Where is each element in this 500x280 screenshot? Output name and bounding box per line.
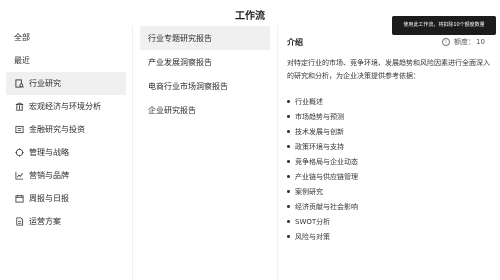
intro-description: 对特定行业的市场、竞争环境、发展趋势和风险因素进行全面深入的研究和分析，为企业决…	[287, 59, 490, 80]
list-item: SWOT分析	[287, 214, 492, 229]
category-item-finance[interactable]: 金融研究与投资	[0, 118, 132, 141]
bullet-icon	[287, 145, 290, 148]
document-search-icon	[14, 79, 24, 88]
list-item: 风险与对策	[287, 229, 492, 244]
detail-panel: 介绍 对特定行业的市场、竞争环境、发展趋势和风险因素进行全面深入的研究和分析，为…	[277, 26, 492, 280]
report-label: 企业研究报告	[148, 105, 196, 115]
category-item-reports[interactable]: 周报与日报	[0, 187, 132, 210]
bullet-icon	[287, 190, 290, 193]
list-item: 产业链与供应链管理	[287, 169, 492, 184]
list-item: 市场趋势与预测	[287, 109, 492, 124]
list-item: 竞争格局与企业动态	[287, 154, 492, 169]
bullet-icon	[287, 175, 290, 178]
bullet-icon	[287, 130, 290, 133]
list-item: 行业概述	[287, 94, 492, 109]
category-item-operations[interactable]: 运营方案	[0, 210, 132, 233]
calendar-icon	[14, 194, 24, 203]
category-label: 全部	[14, 33, 30, 42]
bullet-icon	[287, 205, 290, 208]
category-label: 行业研究	[29, 79, 61, 88]
category-item-macro[interactable]: 宏观经济与环境分析	[0, 95, 132, 118]
bullet-icon	[287, 220, 290, 223]
report-label: 产业发展洞察报告	[148, 57, 212, 67]
report-item-ecommerce[interactable]: 电商行业市场洞察报告	[140, 74, 270, 98]
report-label: 电商行业市场洞察报告	[148, 81, 228, 91]
category-sidebar: 全部 最近 行业研究 宏观经济与环境分析 金融研究与投资 管理与战略 营销与品牌	[0, 26, 133, 280]
category-label: 营销与品牌	[29, 171, 69, 180]
list-item: 政策环境与支持	[287, 139, 492, 154]
list-item: 经济贡献与社会影响	[287, 199, 492, 214]
category-item-industry-research[interactable]: 行业研究	[6, 72, 126, 95]
report-label: 行业专题研究报告	[148, 33, 212, 43]
bank-icon	[14, 102, 24, 111]
list-item: 技术发展与创新	[287, 124, 492, 139]
list-item: 案例研究	[287, 184, 492, 199]
file-icon	[14, 217, 24, 226]
category-item-recent[interactable]: 最近	[0, 49, 132, 72]
bullet-icon	[287, 100, 290, 103]
feature-list: 行业概述 市场趋势与预测 技术发展与创新 政策环境与支持 竞争格局与企业动态 产…	[287, 94, 492, 244]
report-list: 行业专题研究报告 产业发展洞察报告 电商行业市场洞察报告 企业研究报告	[140, 26, 270, 280]
intro-heading: 介绍	[287, 38, 303, 47]
category-label: 最近	[14, 56, 30, 65]
category-label: 管理与战略	[29, 148, 69, 157]
category-label: 周报与日报	[29, 194, 69, 203]
chart-line-icon	[14, 171, 24, 180]
finance-icon	[14, 125, 24, 134]
category-item-all[interactable]: 全部	[0, 26, 132, 49]
category-item-management[interactable]: 管理与战略	[0, 141, 132, 164]
report-item-industry-development[interactable]: 产业发展洞察报告	[140, 50, 270, 74]
strategy-icon	[14, 148, 24, 157]
category-label: 金融研究与投资	[29, 125, 85, 134]
report-item-industry-topic[interactable]: 行业专题研究报告	[140, 26, 270, 50]
category-label: 运营方案	[29, 217, 61, 226]
bullet-icon	[287, 115, 290, 118]
category-item-marketing[interactable]: 营销与品牌	[0, 164, 132, 187]
bullet-icon	[287, 160, 290, 163]
bullet-icon	[287, 235, 290, 238]
category-label: 宏观经济与环境分析	[29, 102, 101, 111]
report-item-enterprise[interactable]: 企业研究报告	[140, 98, 270, 122]
